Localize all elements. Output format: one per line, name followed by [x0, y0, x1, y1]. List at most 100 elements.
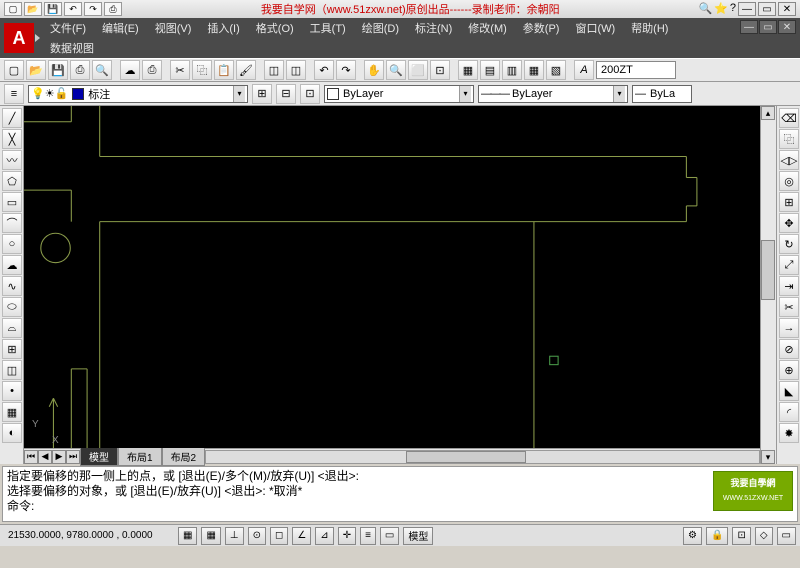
- block-icon[interactable]: ◫: [264, 60, 284, 80]
- hscrollbar[interactable]: [205, 450, 760, 464]
- array-icon[interactable]: ⊞: [779, 192, 799, 212]
- layer-state-icon[interactable]: ⊡: [300, 84, 320, 104]
- help2-icon[interactable]: ?: [730, 2, 736, 16]
- revcloud-icon[interactable]: ☁: [2, 255, 22, 275]
- search-icon[interactable]: 🔍: [698, 2, 712, 16]
- command-line[interactable]: 指定要偏移的那一侧上的点，或 [退出(E)/多个(M)/放弃(U)] <退出>:…: [2, 466, 798, 522]
- qat-new[interactable]: ▢: [4, 2, 22, 16]
- offset-icon[interactable]: ◎: [779, 171, 799, 191]
- mirror-icon[interactable]: ◁▷: [779, 150, 799, 170]
- otrack-button[interactable]: ∠: [292, 527, 311, 545]
- new-icon[interactable]: ▢: [4, 60, 24, 80]
- doc-max-button[interactable]: ▭: [759, 20, 777, 34]
- ducs-button[interactable]: ⊿: [315, 527, 333, 545]
- fillet-icon[interactable]: ◜: [779, 402, 799, 422]
- color-dropdown[interactable]: ByLayer ▾: [324, 85, 474, 103]
- doc-close-button[interactable]: ✕: [778, 20, 796, 34]
- insert-icon[interactable]: ⊞: [2, 339, 22, 359]
- copy-obj-icon[interactable]: ⿻: [779, 129, 799, 149]
- app-logo[interactable]: A: [4, 23, 34, 53]
- chevron-down-icon[interactable]: ▾: [459, 86, 471, 102]
- menu-param[interactable]: 参数(P): [515, 18, 568, 38]
- ortho-button[interactable]: ⊥: [225, 527, 244, 545]
- publish-icon[interactable]: ☁: [120, 60, 140, 80]
- point-icon[interactable]: •: [2, 381, 22, 401]
- tab-next-icon[interactable]: ▶: [52, 450, 66, 464]
- palette-icon[interactable]: ▧: [546, 60, 566, 80]
- clean-button[interactable]: ▭: [777, 527, 796, 545]
- spline-icon[interactable]: ∿: [2, 276, 22, 296]
- sheet-icon[interactable]: ▤: [480, 60, 500, 80]
- lock-button[interactable]: 🔒: [706, 527, 728, 545]
- zoom-icon[interactable]: 🔍: [386, 60, 406, 80]
- undo-icon[interactable]: ↶: [314, 60, 334, 80]
- trim-icon[interactable]: ✂: [779, 297, 799, 317]
- scroll-down-icon[interactable]: ▾: [761, 450, 775, 464]
- chamfer-icon[interactable]: ◣: [779, 381, 799, 401]
- paste-icon[interactable]: 📋: [214, 60, 234, 80]
- model-button[interactable]: 模型: [403, 527, 433, 545]
- hw-button[interactable]: ⊡: [732, 527, 750, 545]
- tab-layout2[interactable]: 布局2: [162, 447, 206, 466]
- join-icon[interactable]: ⊕: [779, 360, 799, 380]
- drawing-canvas[interactable]: Y X: [24, 106, 760, 448]
- xline-icon[interactable]: ╳: [2, 129, 22, 149]
- break-icon[interactable]: ⊘: [779, 339, 799, 359]
- tool-icon[interactable]: ▥: [502, 60, 522, 80]
- preview-icon[interactable]: 🔍: [92, 60, 112, 80]
- scale-icon[interactable]: ⤢: [779, 255, 799, 275]
- block2-icon[interactable]: ◫: [286, 60, 306, 80]
- tab-prev-icon[interactable]: ◀: [38, 450, 52, 464]
- dyn-button[interactable]: ✛: [338, 527, 356, 545]
- match-icon[interactable]: 🖌: [236, 60, 256, 80]
- ellipse-icon[interactable]: ⬭: [2, 297, 22, 317]
- polygon-icon[interactable]: ⬠: [2, 171, 22, 191]
- arc-icon[interactable]: ⌒: [2, 213, 22, 233]
- menu-dim[interactable]: 标注(N): [407, 18, 460, 38]
- chevron-down-icon[interactable]: ▾: [613, 86, 625, 102]
- max-button[interactable]: ▭: [758, 2, 776, 16]
- chevron-down-icon[interactable]: ▾: [233, 86, 245, 102]
- linetype-dropdown[interactable]: ——— ByLayer ▾: [478, 85, 628, 103]
- menu-dataview[interactable]: 数据视图: [42, 38, 102, 58]
- ellipsearc-icon[interactable]: ⌓: [2, 318, 22, 338]
- menu-file[interactable]: 文件(F): [42, 18, 94, 38]
- menu-insert[interactable]: 插入(I): [199, 18, 247, 38]
- layer-dropdown[interactable]: 💡 ☀ 🔓 标注 ▾: [28, 85, 248, 103]
- qat-open[interactable]: 📂: [24, 2, 42, 16]
- menu-view[interactable]: 视图(V): [147, 18, 200, 38]
- osnap-button[interactable]: ◻: [270, 527, 288, 545]
- iso-button[interactable]: ◇: [755, 527, 773, 545]
- print-icon[interactable]: ⎙: [70, 60, 90, 80]
- zoomwin-icon[interactable]: ⬜: [408, 60, 428, 80]
- explode-icon[interactable]: ✸: [779, 423, 799, 443]
- help-icon[interactable]: ⭐: [714, 2, 728, 16]
- tab-model[interactable]: 模型: [80, 447, 118, 466]
- hatch-icon[interactable]: ▦: [2, 402, 22, 422]
- block-make-icon[interactable]: ◫: [2, 360, 22, 380]
- tab-layout1[interactable]: 布局1: [118, 447, 162, 466]
- menu-edit[interactable]: 编辑(E): [94, 18, 147, 38]
- open-icon[interactable]: 📂: [26, 60, 46, 80]
- rect-icon[interactable]: ▭: [2, 192, 22, 212]
- menu-window[interactable]: 窗口(W): [567, 18, 623, 38]
- text-style-icon[interactable]: A: [574, 60, 594, 80]
- rotate-icon[interactable]: ↻: [779, 234, 799, 254]
- ws-button[interactable]: ⚙: [683, 527, 702, 545]
- min-button[interactable]: —: [738, 2, 756, 16]
- qat-redo[interactable]: ↷: [84, 2, 102, 16]
- qat-undo[interactable]: ↶: [64, 2, 82, 16]
- polar-button[interactable]: ⊙: [248, 527, 266, 545]
- layer-prev-icon[interactable]: ⊟: [276, 84, 296, 104]
- layer-props-icon[interactable]: ≡: [4, 84, 24, 104]
- qat-save[interactable]: 💾: [44, 2, 62, 16]
- tab-last-icon[interactable]: ⏭: [66, 450, 80, 464]
- vscrollbar[interactable]: ▴ ▾: [760, 106, 776, 464]
- extend-icon[interactable]: →: [779, 318, 799, 338]
- move-icon[interactable]: ✥: [779, 213, 799, 233]
- cut-icon[interactable]: ✂: [170, 60, 190, 80]
- circle-icon[interactable]: ○: [2, 234, 22, 254]
- gradient-icon[interactable]: ◐: [2, 423, 22, 443]
- close-button[interactable]: ✕: [778, 2, 796, 16]
- menu-format[interactable]: 格式(O): [248, 18, 302, 38]
